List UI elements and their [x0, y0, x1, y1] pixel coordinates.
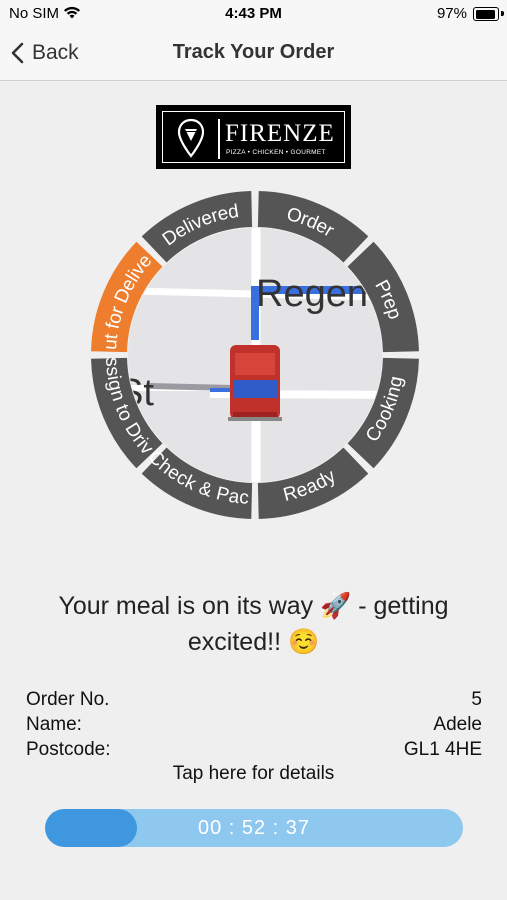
location-pin-icon	[177, 118, 205, 158]
clock: 4:43 PM	[225, 5, 282, 22]
logo-tagline: PIZZA • CHICKEN • GOURMET	[226, 149, 326, 156]
order-tracker-wheel: RegenStOrderPrepCookingReadyCheck & Pack…	[90, 190, 420, 520]
status-message: Your meal is on its way 🚀 - getting exci…	[58, 592, 449, 656]
customer-name-value: Adele	[433, 714, 482, 735]
logo-divider	[218, 119, 220, 159]
postcode-row: Postcode: GL1 4HE	[26, 737, 482, 762]
order-number-label: Order No.	[26, 689, 110, 710]
eta-progress-bar: 00 : 52 : 37	[45, 809, 463, 847]
customer-name-label: Name:	[26, 714, 82, 735]
eta-countdown: 00 : 52 : 37	[197, 817, 311, 839]
customer-name-row: Name: Adele	[26, 712, 482, 737]
status-bar: No SIM 4:43 PM 97%	[0, 0, 507, 28]
nav-bar: Back Track Your Order	[0, 28, 507, 81]
logo-name: FIRENZE	[225, 120, 335, 147]
battery-percent: 97%	[436, 5, 467, 22]
map-street-label: Regen	[256, 273, 368, 315]
map-view: RegenSt	[128, 228, 382, 482]
details-link[interactable]: Tap here for details	[0, 763, 507, 785]
battery-icon	[473, 7, 499, 21]
delivery-van-icon	[228, 345, 282, 421]
postcode-value: GL1 4HE	[403, 739, 482, 760]
order-details: Order No. 5 Name: Adele Postcode: GL1 4H…	[26, 687, 482, 762]
battery-tip	[501, 11, 504, 16]
order-number-row: Order No. 5	[26, 687, 482, 712]
order-number-value: 5	[471, 689, 482, 710]
restaurant-logo: FIRENZE PIZZA • CHICKEN • GOURMET	[156, 105, 351, 169]
postcode-label: Postcode:	[26, 739, 111, 760]
page-title: Track Your Order	[172, 41, 335, 63]
